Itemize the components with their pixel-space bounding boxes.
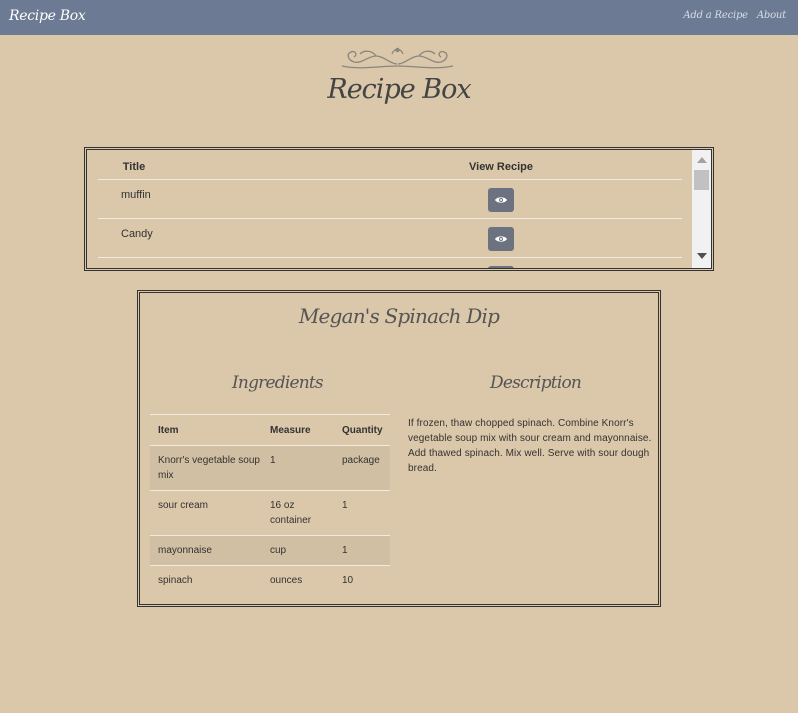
recipe-title: Candy [98, 218, 170, 258]
ingredient-quantity: 10 [334, 565, 390, 595]
eye-icon [495, 235, 507, 242]
ingredient-row: mayonnaise cup 1 [150, 535, 390, 566]
ingredient-measure: 16 oz container [262, 490, 334, 536]
column-header-item: Item [150, 414, 262, 446]
flourish-ornament-icon [341, 47, 454, 69]
scroll-up-arrow-icon[interactable] [697, 157, 707, 163]
recipe-detail-panel: Megan's Spinach Dip Ingredients Descript… [137, 290, 661, 607]
column-header-measure: Measure [262, 414, 334, 446]
view-recipe-button[interactable] [488, 226, 514, 251]
ingredient-quantity: 1 [334, 535, 390, 566]
ingredients-table: Item Measure Quantity Knorr's vegetable … [150, 414, 390, 595]
eye-icon [495, 196, 507, 203]
recipe-name: Megan's Spinach Dip [298, 304, 500, 328]
table-row [98, 257, 682, 268]
ingredient-measure: cup [262, 535, 334, 566]
column-header-title: Title [98, 150, 170, 180]
ingredients-heading: Ingredients [232, 373, 324, 393]
recipe-list-scroll-area: Title View Recipe muffin Candy [87, 150, 692, 268]
ingredient-item: Knorr's vegetable soup mix [150, 445, 262, 491]
ingredient-measure: ounces [262, 565, 334, 595]
recipe-title [98, 257, 170, 268]
ingredient-item: mayonnaise [150, 535, 262, 566]
scrollbar[interactable] [692, 150, 711, 268]
ingredient-row: sour cream 16 oz container 1 [150, 490, 390, 536]
column-header-quantity: Quantity [334, 414, 390, 446]
table-row: muffin [98, 179, 682, 219]
recipe-description: If frozen, thaw chopped spinach. Combine… [408, 418, 652, 474]
recipe-list-panel: Title View Recipe muffin Candy [84, 147, 714, 271]
table-row: Candy [98, 218, 682, 258]
view-recipe-button[interactable] [488, 187, 514, 212]
column-header-view-recipe: View Recipe [170, 150, 682, 180]
scroll-thumb[interactable] [694, 170, 709, 190]
description-heading: Description [490, 373, 582, 393]
view-recipe-button[interactable] [488, 265, 514, 268]
brand-link[interactable]: Recipe Box [9, 8, 86, 24]
recipe-list-table: Title View Recipe muffin Candy [98, 150, 682, 268]
about-link[interactable]: About [757, 10, 786, 21]
ingredient-quantity: package [334, 445, 390, 491]
ingredient-item: spinach [150, 565, 262, 595]
page-title: Recipe Box [327, 74, 471, 105]
scroll-down-arrow-icon[interactable] [697, 253, 707, 259]
ingredient-item: sour cream [150, 490, 262, 536]
ingredient-quantity: 1 [334, 490, 390, 536]
ingredient-measure: 1 [262, 445, 334, 491]
navbar: Recipe Box Add a Recipe About [0, 0, 798, 35]
nav-links: Add a Recipe About [683, 10, 786, 21]
ingredient-row: Knorr's vegetable soup mix 1 package [150, 445, 390, 491]
add-recipe-link[interactable]: Add a Recipe [683, 10, 748, 21]
ingredient-row: spinach ounces 10 [150, 565, 390, 595]
recipe-title: muffin [98, 179, 170, 219]
